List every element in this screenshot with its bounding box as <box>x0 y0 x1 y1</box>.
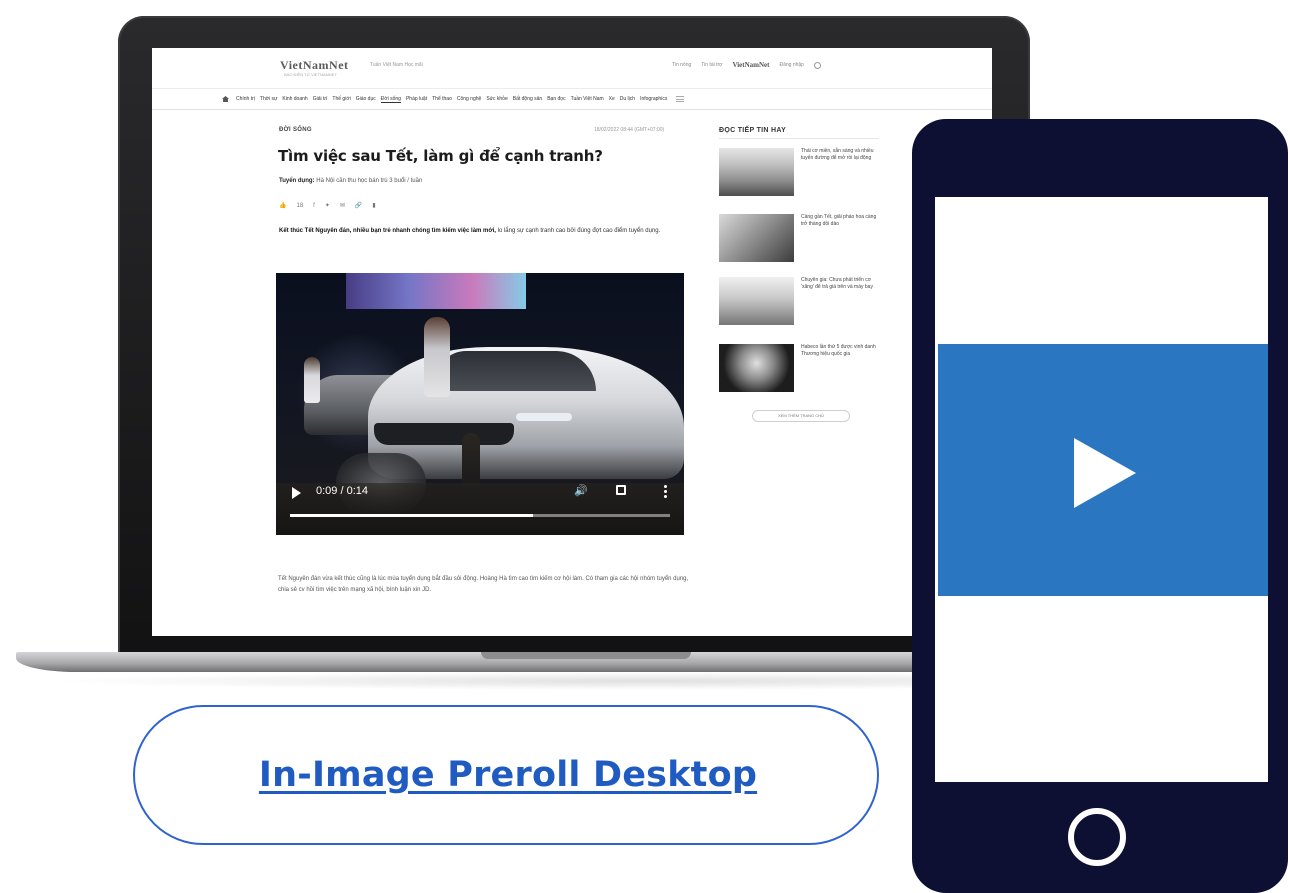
video-progress-fill <box>290 514 534 517</box>
nav-item[interactable]: Sức khỏe <box>486 96 507 102</box>
bookmark-icon[interactable]: ▮ <box>372 202 375 209</box>
nav-item[interactable]: Kinh doanh <box>282 96 307 102</box>
email-icon[interactable]: ✉ <box>340 202 345 209</box>
link-icon[interactable]: 🔗 <box>355 202 362 209</box>
nav-item[interactable]: Bạn đọc <box>547 96 565 102</box>
nav-item[interactable]: Chính trị <box>236 96 255 102</box>
article-headline: Tìm việc sau Tết, làm gì để cạnh tranh? <box>278 147 603 165</box>
phone-mockup <box>912 119 1288 893</box>
volume-icon[interactable]: 🔊 <box>574 484 588 497</box>
home-icon[interactable] <box>222 96 229 102</box>
site-logo[interactable]: VietNamNet <box>280 58 349 73</box>
twitter-icon[interactable]: ✦ <box>325 202 330 209</box>
sidebar-thumbnail[interactable] <box>719 344 794 392</box>
nav-item[interactable]: Giáo dục <box>356 96 376 102</box>
main-nav: Chính trị Thời sự Kinh doanh Giải trí Th… <box>152 88 992 110</box>
model-figure <box>304 357 320 403</box>
share-count: 18 <box>296 202 304 209</box>
cta-link[interactable]: In-Image Preroll Desktop <box>135 707 881 843</box>
model-figure <box>424 317 450 397</box>
menu-icon[interactable] <box>676 96 685 102</box>
nav-item[interactable]: Giải trí <box>313 96 328 102</box>
article-related-line: Tuyển dụng: Hà Nội cần thu học bán trú 3… <box>279 178 422 184</box>
nav-item-active[interactable]: Đời sống <box>380 96 401 103</box>
sidebar-article-title[interactable]: Thái cơ miền, sẵn sàng và nhiều tuyến đư… <box>801 148 881 162</box>
phone-screen <box>935 197 1268 782</box>
nav-item[interactable]: Du lịch <box>620 96 635 102</box>
site-header: VietNamNet BÁO ĐIỆN TỬ VIETNAMNET Tuần V… <box>152 48 992 82</box>
article-sapo: Kết thúc Tết Nguyên đán, nhiều bạn trẻ n… <box>279 226 699 236</box>
see-more-button[interactable]: XEM THÊM TRANG CHỦ <box>752 410 850 422</box>
like-icon[interactable]: 👍 <box>279 202 286 209</box>
article-body: Tết Nguyên đán vừa kết thúc cũng là lúc … <box>278 576 689 593</box>
top-right-bar: Tin nóng Tin tài trợ VietNamNet Đăng nhậ… <box>672 61 821 69</box>
article-category[interactable]: ĐỜI SỐNG <box>279 127 312 133</box>
nav-item[interactable]: Infographics <box>640 96 667 102</box>
sidebar-title: ĐỌC TIẾP TIN HAY <box>719 127 787 134</box>
more-options-icon[interactable] <box>664 484 667 498</box>
video-controls: 0:09 / 0:14 🔊 <box>276 478 684 535</box>
sidebar-article[interactable]: Chuyên gia: Chưa phát triển cơ 'xăng' để… <box>719 277 889 333</box>
video-time: 0:09 / 0:14 <box>316 485 368 497</box>
nav-item[interactable]: Xe <box>609 96 615 102</box>
related-label: Tuyển dụng: <box>279 178 315 184</box>
top-links[interactable]: Tuần Việt Nam Học mãi <box>370 62 423 68</box>
stage-banner <box>346 273 526 309</box>
video-player[interactable]: 0:09 / 0:14 🔊 <box>276 273 684 535</box>
phone-video-player[interactable] <box>938 344 1268 596</box>
laptop-notch <box>481 652 691 659</box>
login-link[interactable]: Đăng nhập <box>780 62 804 68</box>
sidebar-thumbnail[interactable] <box>719 277 794 325</box>
sidebar-article[interactable]: Habeco lần thứ 5 được vinh danh Thương h… <box>719 344 889 400</box>
car-windshield <box>436 351 596 391</box>
search-icon[interactable] <box>813 61 821 69</box>
nav-item[interactable]: Tuần Việt Nam <box>571 96 604 102</box>
sidebar-article[interactable]: Càng gần Tết, giải pháo hoa càng trở thà… <box>719 214 889 270</box>
nav-item[interactable]: Pháp luật <box>406 96 427 102</box>
brand-link[interactable]: VietNamNet <box>732 61 769 69</box>
home-button-icon[interactable] <box>1068 808 1126 866</box>
sidebar-article-title[interactable]: Chuyên gia: Chưa phát triển cơ 'xăng' để… <box>801 277 881 291</box>
nav-item[interactable]: Thời sự <box>260 96 277 102</box>
sapo-rest: lo lắng sự cạnh tranh cao bởi đúng đợt c… <box>495 228 661 234</box>
related-link[interactable]: Hà Nội cần thu học bán trú 3 buổi / tuần <box>316 178 422 184</box>
top-link-hot[interactable]: Tin nóng <box>672 62 691 68</box>
video-progress-bar[interactable] <box>290 514 670 517</box>
sidebar-divider <box>719 138 879 139</box>
sidebar-thumbnail[interactable] <box>719 214 794 262</box>
nav-item[interactable]: Công nghệ <box>457 96 481 102</box>
sidebar-thumbnail[interactable] <box>719 148 794 196</box>
sidebar-article[interactable]: Thái cơ miền, sẵn sàng và nhiều tuyến đư… <box>719 148 889 204</box>
play-icon[interactable] <box>1074 438 1136 508</box>
nav-item[interactable]: Bất động sản <box>513 96 542 102</box>
nav-item[interactable]: Thế giới <box>332 96 350 102</box>
car-grille <box>374 423 514 445</box>
sidebar-article-title[interactable]: Habeco lần thứ 5 được vinh danh Thương h… <box>801 344 881 358</box>
article-date: 18/02/2022 08:44 (GMT+07:00) <box>594 127 665 133</box>
play-icon[interactable] <box>292 487 301 499</box>
fullscreen-icon[interactable] <box>616 485 626 495</box>
top-link-sponsored[interactable]: Tin tài trợ <box>701 62 722 68</box>
sapo-bold: Kết thúc Tết Nguyên đán, nhiều bạn trẻ n… <box>279 228 496 234</box>
sidebar-article-title[interactable]: Càng gần Tết, giải pháo hoa càng trở thà… <box>801 214 881 228</box>
nav-item[interactable]: Thể thao <box>432 96 452 102</box>
laptop-screen: VietNamNet BÁO ĐIỆN TỬ VIETNAMNET Tuần V… <box>152 48 992 636</box>
share-row: 👍 18 f ✦ ✉ 🔗 ▮ <box>279 202 376 210</box>
facebook-icon[interactable]: f <box>313 203 315 209</box>
site-logo-subtitle: BÁO ĐIỆN TỬ VIETNAMNET <box>284 72 337 77</box>
cta-pill: In-Image Preroll Desktop <box>133 705 879 845</box>
car-headlight <box>516 413 572 421</box>
